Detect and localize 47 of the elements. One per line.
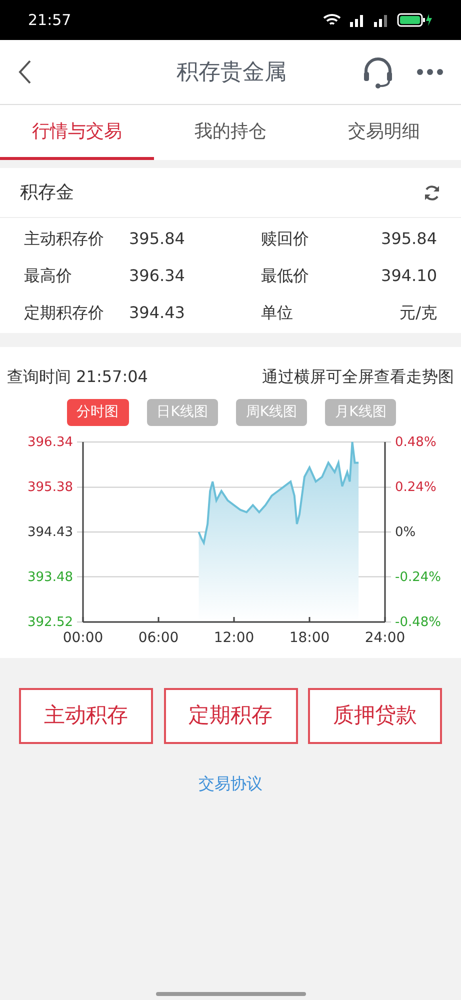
percent-tick-label: -0.48% [395, 615, 441, 630]
tab[interactable]: 我的持仓 [154, 105, 308, 160]
tab[interactable]: 行情与交易 [0, 105, 154, 160]
y-tick-label: 392.52 [28, 615, 73, 630]
field-label: 最高价 [24, 264, 73, 286]
landscape-hint: 通过横屏可全屏查看走势图 [262, 366, 454, 388]
field-value: 394.43 [129, 302, 186, 324]
signal-icon [373, 13, 389, 27]
more-icon[interactable] [417, 68, 443, 76]
percent-tick-label: 0.24% [395, 480, 436, 496]
action-button[interactable]: 定期积存 [164, 688, 298, 744]
tab[interactable]: 交易明细 [307, 105, 461, 160]
y-tick-label: 395.38 [28, 480, 73, 496]
signal-icon [349, 13, 365, 27]
y-tick-label: 394.43 [28, 525, 73, 540]
x-tick-label: 18:00 [289, 630, 330, 646]
agreement-link[interactable]: 交易协议 [198, 772, 262, 796]
field-label: 单位 [261, 302, 294, 324]
y-tick-label: 396.34 [28, 435, 73, 450]
battery-icon [397, 13, 433, 27]
x-tick-label: 12:00 [214, 630, 254, 646]
field-label: 最低价 [261, 264, 310, 286]
query-time: 查询时间 21:57:04 [7, 366, 148, 388]
chart-tab[interactable]: 分时图 [66, 399, 129, 426]
y-tick-label: 393.48 [28, 570, 73, 585]
field-label: 主动积存价 [24, 228, 105, 250]
action-button[interactable]: 质押贷款 [308, 688, 442, 744]
field-label: 赎回价 [261, 228, 310, 250]
field-value: 395.84 [381, 228, 437, 250]
percent-tick-label: 0% [395, 525, 416, 540]
field-label: 定期积存价 [24, 302, 105, 324]
percent-tick-label: 0.48% [395, 435, 436, 450]
page-title: 积存贵金属 [176, 58, 286, 86]
refresh-icon[interactable] [423, 184, 441, 202]
percent-tick-label: -0.24% [395, 570, 441, 585]
x-tick-label: 00:00 [62, 630, 104, 646]
x-tick-label: 24:00 [364, 630, 406, 646]
card-title: 积存金 [20, 181, 74, 205]
field-value: 394.10 [381, 264, 437, 286]
action-button[interactable]: 主动积存 [19, 688, 153, 744]
wifi-icon [323, 13, 341, 27]
field-value: 元/克 [400, 302, 437, 324]
x-tick-label: 06:00 [138, 630, 179, 646]
headset-icon[interactable] [361, 55, 395, 89]
field-value: 395.84 [129, 228, 186, 250]
status-time: 21:57 [28, 10, 72, 31]
field-value: 396.34 [129, 264, 186, 286]
